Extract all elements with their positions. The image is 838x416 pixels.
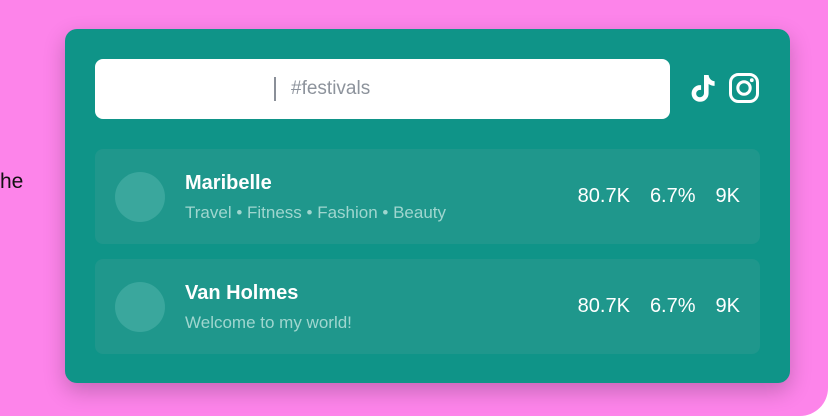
avatar (115, 282, 165, 332)
creator-bio: Welcome to my world! (185, 313, 352, 332)
creator-name: Van Holmes (185, 282, 299, 304)
creator-list-item[interactable]: Van Holmes Welcome to my world! 80.7K 6.… (95, 259, 760, 354)
clipped-background-text: he (0, 170, 24, 193)
stat-followers: 80.7K (577, 185, 630, 207)
stat-engagement: 6.7% (649, 185, 696, 207)
avatar (115, 172, 165, 222)
stat-engagement: 6.7% (649, 295, 696, 317)
stat-average: 9K (715, 185, 740, 207)
search-divider (274, 77, 276, 101)
creator-list-item[interactable]: Maribelle Travel • Fitness • Fashion • B… (95, 149, 760, 244)
stat-average: 9K (715, 295, 740, 317)
creator-search-card: Maribelle Travel • Fitness • Fashion • B… (65, 29, 790, 383)
hashtag-search-input[interactable] (291, 72, 651, 106)
creator-stats: 80.7K 6.7% 9K (578, 185, 740, 208)
creator-name: Maribelle (185, 172, 272, 194)
instagram-icon[interactable] (728, 72, 760, 104)
tiktok-icon[interactable] (687, 72, 719, 104)
stat-followers: 80.7K (577, 295, 630, 317)
creator-stats: 80.7K 6.7% 9K (578, 295, 740, 318)
creator-categories: Travel • Fitness • Fashion • Beauty (185, 203, 446, 222)
search-bar[interactable] (95, 59, 670, 119)
